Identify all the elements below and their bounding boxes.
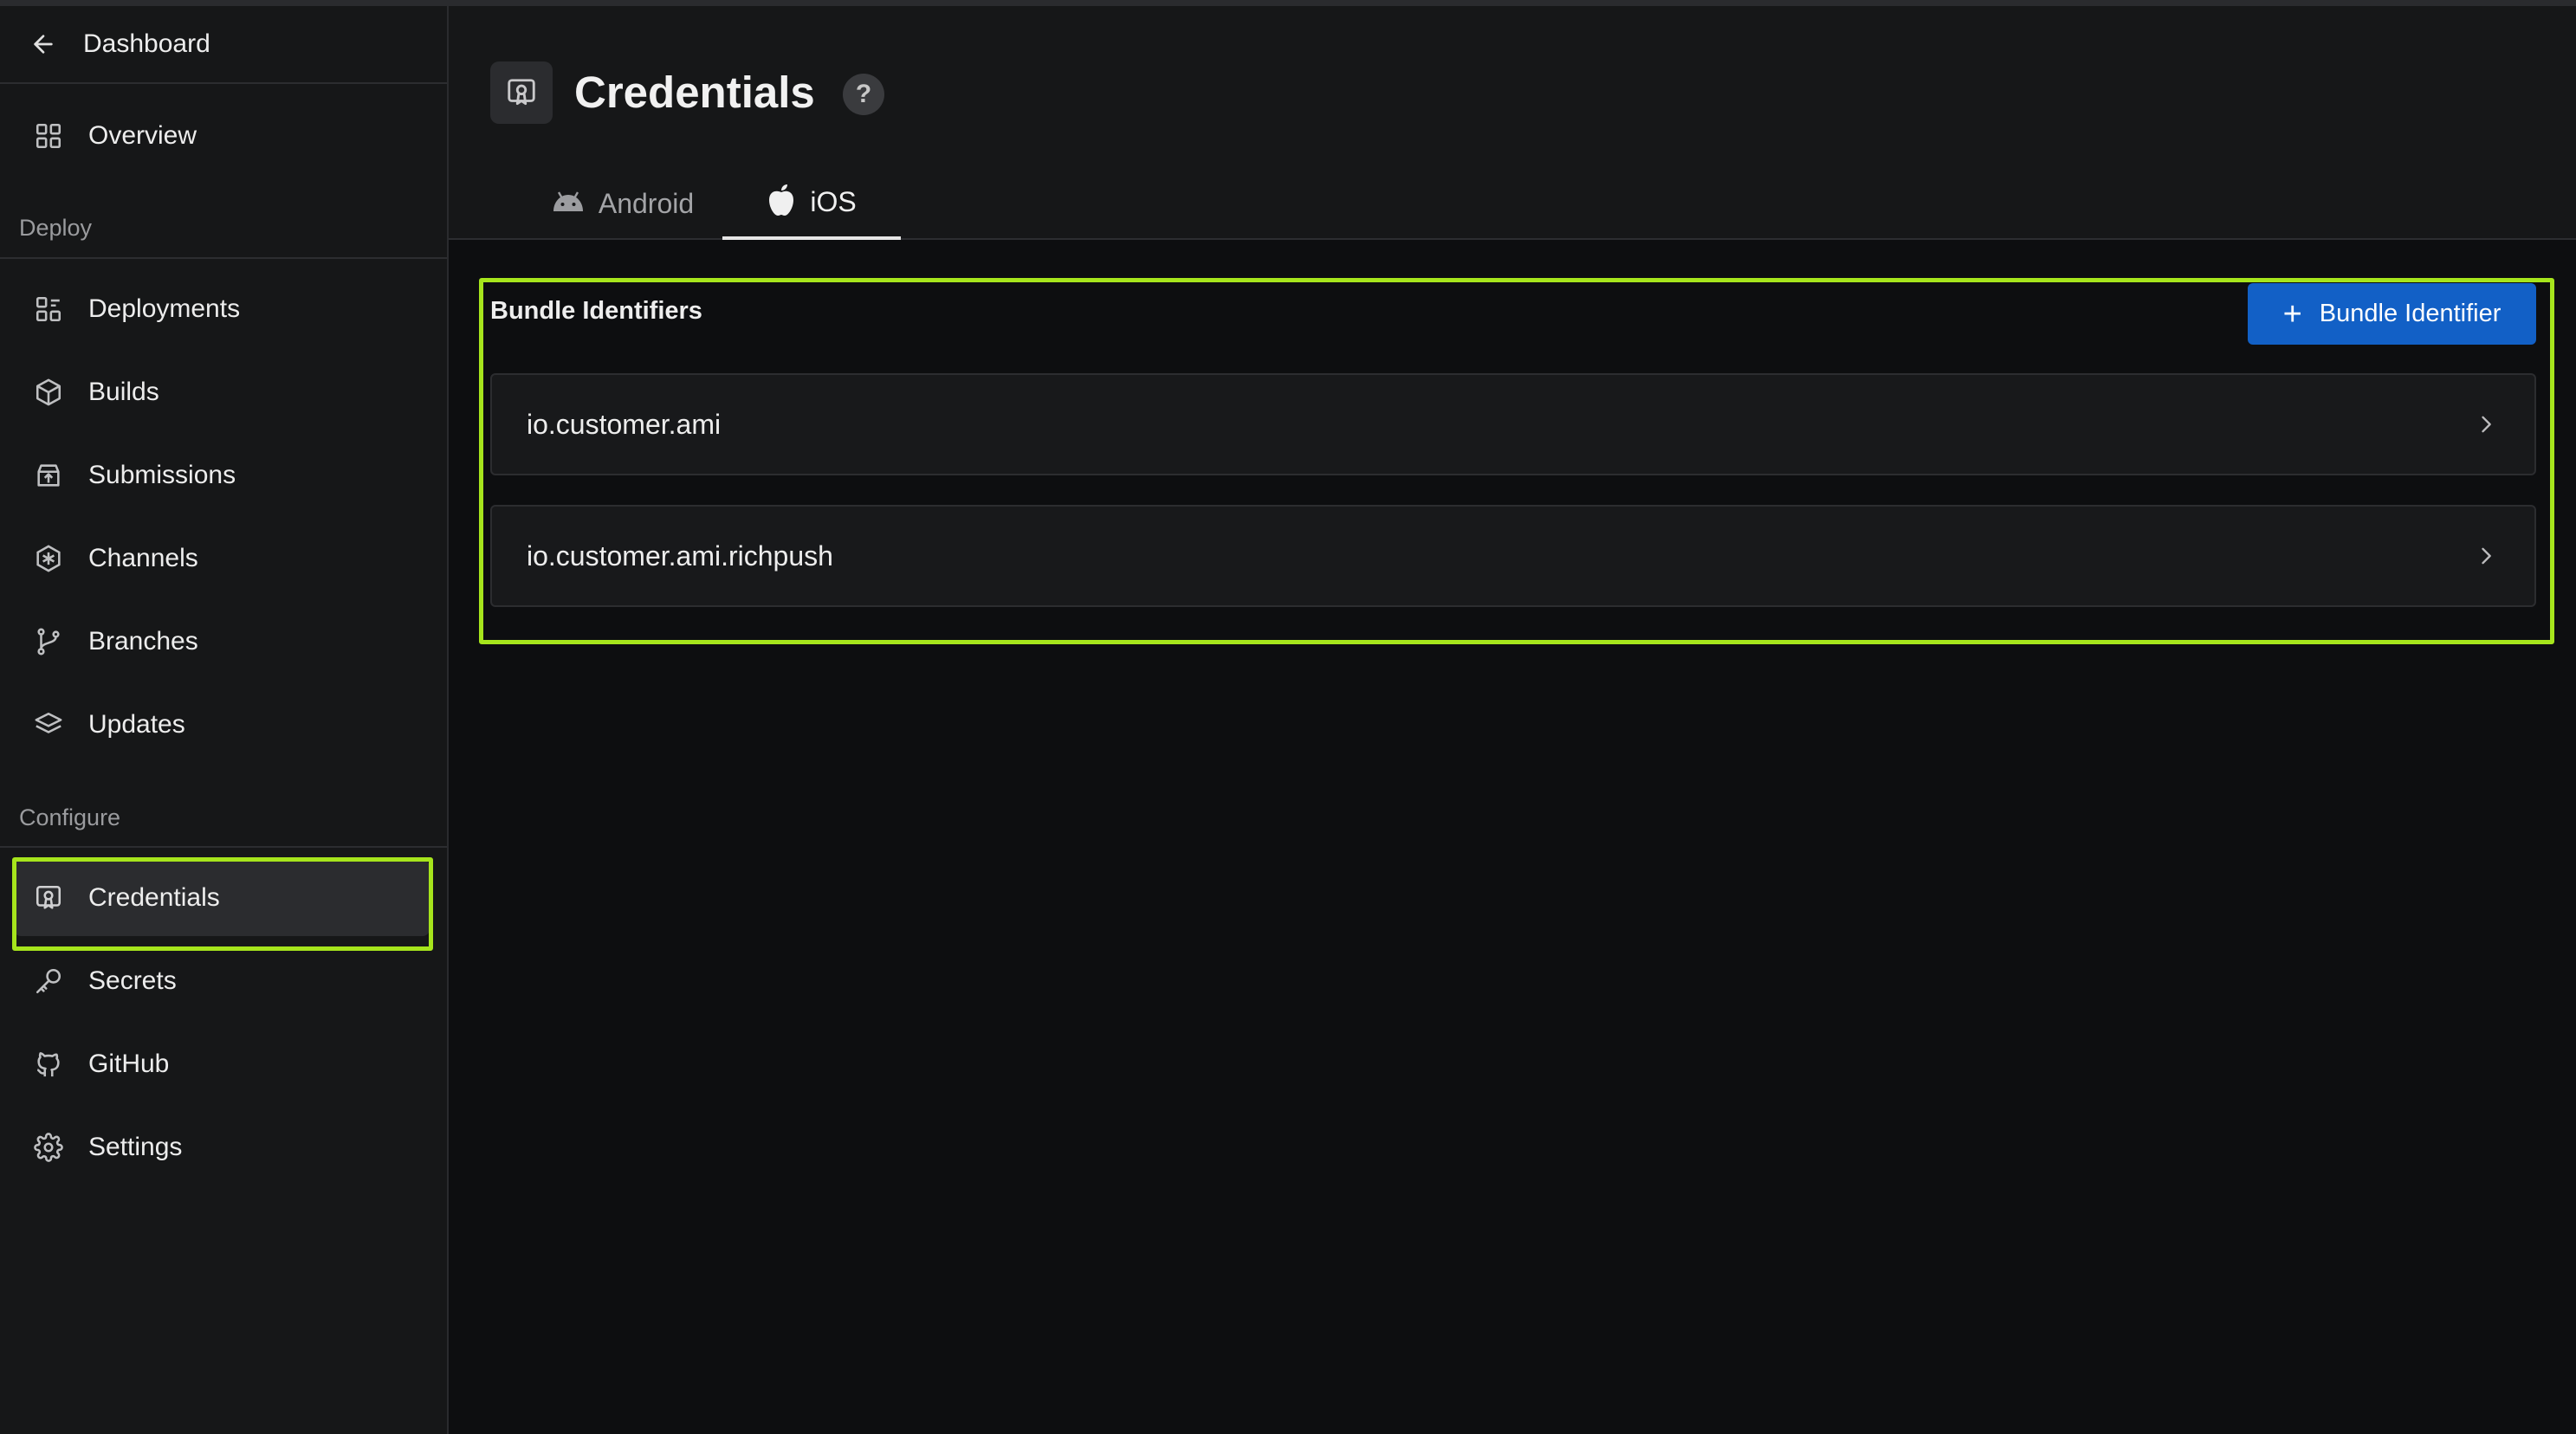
sidebar-item-channels[interactable]: Channels [14, 520, 430, 597]
page-title: Credentials [574, 68, 815, 117]
back-to-dashboard-link[interactable]: Dashboard [0, 6, 447, 84]
deployments-icon [31, 292, 66, 326]
key-icon [31, 964, 66, 998]
store-upload-icon [31, 458, 66, 493]
sidebar: Dashboard Overview Deploy Deployments Bu… [0, 6, 449, 1434]
sidebar-item-overview[interactable]: Overview [14, 98, 430, 174]
bundle-identifier-label: io.customer.ami.richpush [527, 539, 833, 572]
android-icon [552, 191, 585, 217]
cube-icon [31, 375, 66, 410]
back-label: Dashboard [83, 29, 210, 58]
divider [0, 846, 447, 848]
certificate-icon [490, 61, 553, 124]
sidebar-item-branches[interactable]: Branches [14, 604, 430, 680]
sidebar-item-label: GitHub [88, 1050, 170, 1078]
sidebar-item-label: Updates [88, 710, 185, 739]
divider [0, 257, 447, 259]
arrow-left-icon [26, 27, 61, 61]
sidebar-item-updates[interactable]: Updates [14, 687, 430, 763]
certificate-icon [31, 881, 66, 915]
sidebar-item-label: Settings [88, 1133, 183, 1161]
chevron-right-icon [2472, 542, 2500, 570]
add-bundle-identifier-button[interactable]: + Bundle Identifier [2248, 283, 2536, 345]
sidebar-item-label: Secrets [88, 966, 177, 995]
tab-android[interactable]: Android [532, 167, 714, 240]
bundle-identifier-row[interactable]: io.customer.ami.richpush [490, 505, 2536, 607]
main-content: Credentials ? Android iOS Bundle Identif… [449, 6, 2576, 1434]
tab-label: Android [598, 187, 695, 219]
git-branch-icon [31, 624, 66, 659]
apple-icon [767, 184, 796, 221]
layers-icon [31, 707, 66, 742]
page-header: Credentials ? Android iOS [449, 6, 2576, 240]
help-icon[interactable]: ? [843, 74, 884, 115]
sidebar-item-label: Channels [88, 544, 198, 572]
sidebar-item-label: Branches [88, 627, 198, 656]
sidebar-item-submissions[interactable]: Submissions [14, 437, 430, 514]
sidebar-item-label: Deployments [88, 294, 241, 323]
gear-icon [31, 1130, 66, 1165]
bundle-identifier-row[interactable]: io.customer.ami [490, 373, 2536, 475]
sidebar-item-label: Submissions [88, 461, 236, 489]
section-label-deploy: Deploy [19, 215, 93, 241]
sidebar-item-label: Overview [88, 121, 197, 150]
plus-icon: + [2282, 295, 2302, 333]
sidebar-item-deployments[interactable]: Deployments [14, 271, 430, 347]
top-border [0, 0, 2576, 6]
grid-icon [31, 119, 66, 153]
sidebar-item-label: Builds [88, 378, 159, 406]
tab-label: iOS [810, 185, 857, 217]
sidebar-item-secrets[interactable]: Secrets [14, 943, 430, 1019]
sidebar-item-builds[interactable]: Builds [14, 354, 430, 430]
section-title: Bundle Identifiers [490, 297, 702, 325]
sidebar-item-credentials[interactable]: Credentials [14, 860, 430, 936]
github-icon [31, 1047, 66, 1082]
section-label-configure: Configure [19, 804, 121, 830]
sidebar-item-settings[interactable]: Settings [14, 1109, 430, 1185]
sidebar-item-github[interactable]: GitHub [14, 1026, 430, 1102]
add-button-label: Bundle Identifier [2319, 300, 2502, 327]
tab-ios[interactable]: iOS [722, 167, 901, 240]
bundle-identifier-label: io.customer.ami [527, 408, 722, 440]
sidebar-item-label: Credentials [88, 883, 220, 912]
chevron-right-icon [2472, 410, 2500, 438]
channels-icon [31, 541, 66, 576]
